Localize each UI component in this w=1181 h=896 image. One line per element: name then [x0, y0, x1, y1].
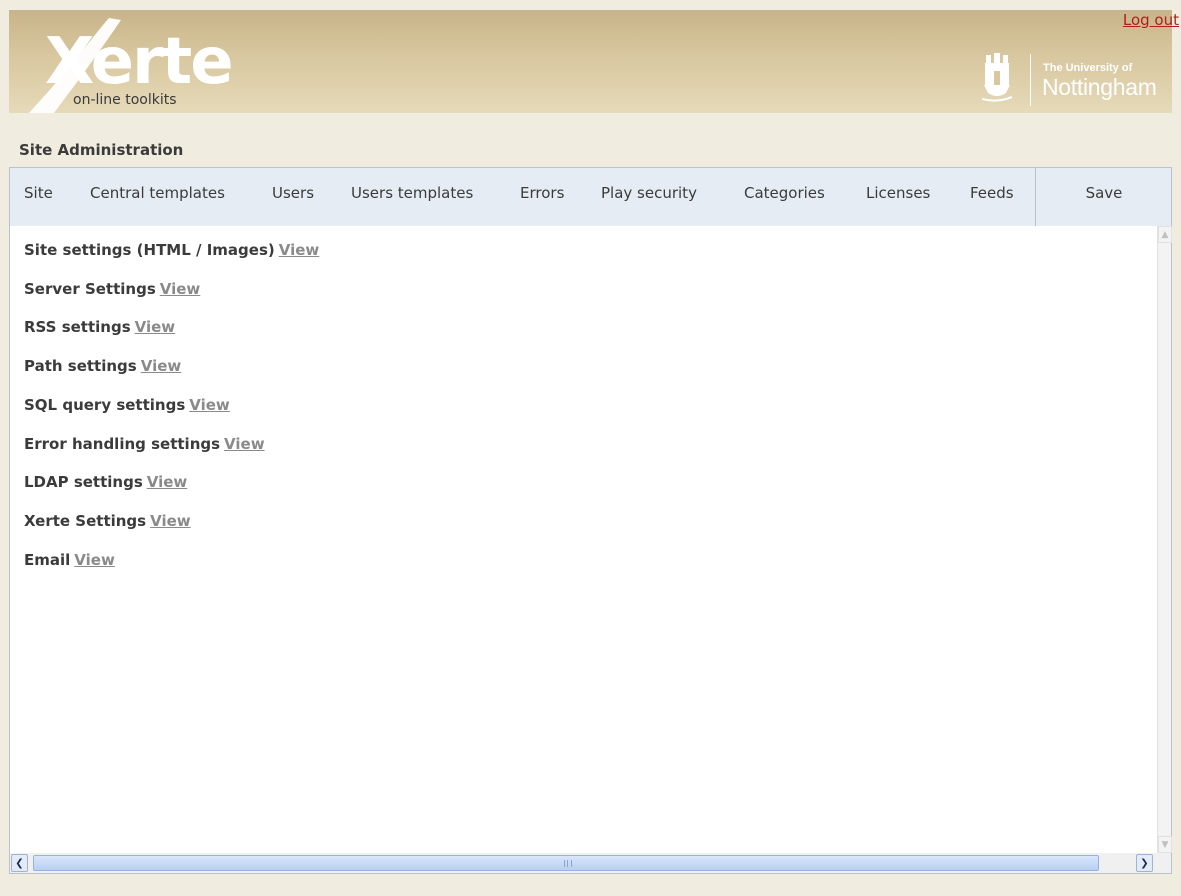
- tab-errors[interactable]: Errors: [520, 184, 564, 202]
- view-link[interactable]: View: [279, 241, 320, 259]
- scroll-left-icon[interactable]: ❮: [11, 854, 28, 872]
- save-button[interactable]: Save: [1036, 184, 1172, 202]
- logo-subtitle: on-line toolkits: [73, 92, 177, 108]
- view-link[interactable]: View: [135, 318, 176, 336]
- setting-xerte: Xerte Settings View: [24, 512, 191, 530]
- scroll-down-icon[interactable]: ▼: [1158, 836, 1172, 853]
- setting-label: Server Settings: [24, 280, 156, 298]
- horizontal-scroll-thumb[interactable]: [33, 855, 1099, 871]
- tab-site[interactable]: Site: [24, 184, 53, 202]
- xerte-logo: Xerte: [45, 25, 234, 99]
- setting-server: Server Settings View: [24, 280, 200, 298]
- setting-error-handling: Error handling settings View: [24, 435, 265, 453]
- setting-ldap: LDAP settings View: [24, 473, 187, 491]
- setting-label: SQL query settings: [24, 396, 186, 414]
- vertical-scrollbar[interactable]: ▲ ▼: [1157, 226, 1172, 853]
- setting-rss: RSS settings View: [24, 318, 175, 336]
- tab-bar: Site Central templates Users Users templ…: [10, 168, 1171, 226]
- setting-email: Email View: [24, 551, 115, 569]
- save-area: Save: [1035, 168, 1171, 226]
- view-link[interactable]: View: [74, 551, 115, 569]
- scroll-grip-icon: [564, 860, 572, 867]
- page-title: Site Administration: [19, 141, 184, 159]
- tab-licenses[interactable]: Licenses: [866, 184, 930, 202]
- setting-label: Site settings (HTML / Images): [24, 241, 275, 259]
- tab-central-templates[interactable]: Central templates: [90, 184, 225, 202]
- setting-sql-query: SQL query settings View: [24, 396, 230, 414]
- view-link[interactable]: View: [141, 357, 182, 375]
- setting-label: Email: [24, 551, 71, 569]
- scrollbar-corner: [1157, 853, 1171, 873]
- tab-users[interactable]: Users: [272, 184, 314, 202]
- view-link[interactable]: View: [160, 280, 201, 298]
- university-line2: Nottingham: [1042, 74, 1157, 100]
- castle-crest-icon: [982, 53, 1012, 102]
- admin-panel: Site Central templates Users Users templ…: [9, 167, 1172, 874]
- scroll-right-icon[interactable]: ❯: [1136, 854, 1153, 872]
- university-divider: [1030, 54, 1031, 106]
- view-link[interactable]: View: [189, 396, 230, 414]
- setting-label: RSS settings: [24, 318, 131, 336]
- setting-site: Site settings (HTML / Images) View: [24, 241, 319, 259]
- view-link[interactable]: View: [147, 473, 188, 491]
- tab-users-templates[interactable]: Users templates: [351, 184, 473, 202]
- view-link[interactable]: View: [224, 435, 265, 453]
- header-banner: Xerte on-line toolkits The University of…: [9, 10, 1172, 113]
- university-line1: The University of: [1043, 62, 1133, 74]
- setting-label: Xerte Settings: [24, 512, 147, 530]
- tab-categories[interactable]: Categories: [744, 184, 825, 202]
- setting-label: Path settings: [24, 357, 137, 375]
- setting-path: Path settings View: [24, 357, 181, 375]
- setting-label: Error handling settings: [24, 435, 221, 453]
- horizontal-scrollbar[interactable]: ❮ ❯: [10, 853, 1157, 873]
- tab-play-security[interactable]: Play security: [601, 184, 697, 202]
- view-link[interactable]: View: [150, 512, 191, 530]
- tab-feeds[interactable]: Feeds: [970, 184, 1014, 202]
- setting-label: LDAP settings: [24, 473, 143, 491]
- logout-link[interactable]: Log out: [1123, 11, 1179, 29]
- settings-list: Site settings (HTML / Images) View Server…: [10, 226, 1157, 853]
- scroll-up-icon[interactable]: ▲: [1158, 226, 1172, 243]
